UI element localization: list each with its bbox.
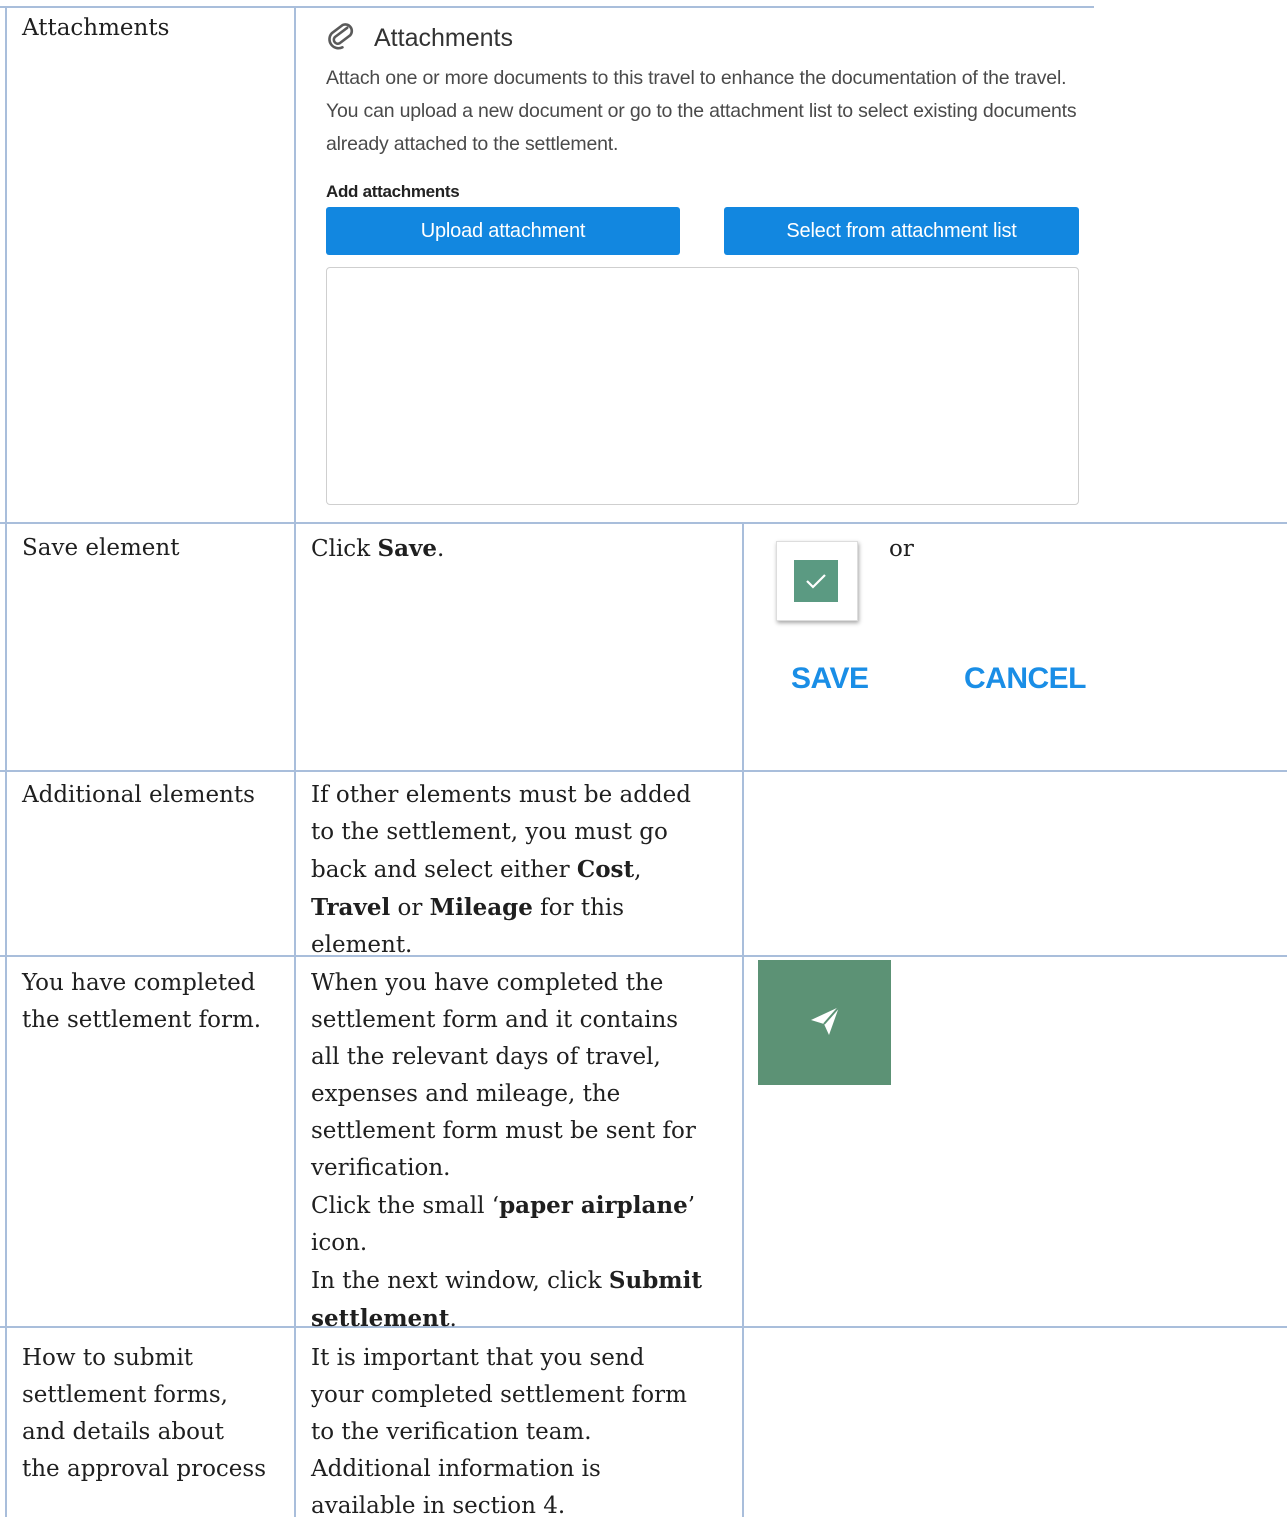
additional-line-3-text: back and select either xyxy=(311,857,577,883)
add-attachments-label: Add attachments xyxy=(326,182,460,201)
table-border-top xyxy=(0,6,1094,8)
additional-travel: Travel xyxy=(311,894,391,921)
column-divider-1 xyxy=(294,6,296,1517)
completed-line-7: Click the small ‘paper airplane’ xyxy=(311,1187,702,1225)
attachments-description: Attach one or more documents to this tra… xyxy=(326,67,1077,155)
completed-line-7-pre: Click the small ‘ xyxy=(311,1193,500,1219)
cancel-link-button[interactable]: CANCEL xyxy=(964,662,1087,696)
submit-info-text: It is important that you send your compl… xyxy=(311,1340,687,1525)
additional-line-4-end: for this xyxy=(532,895,625,921)
row-label-how-line-2: settlement forms, xyxy=(22,1382,228,1408)
additional-elements-text: If other elements must be added to the s… xyxy=(311,777,691,964)
row-label-how-line-3: and details about xyxy=(22,1419,225,1445)
or-text: or xyxy=(889,536,914,562)
completed-settlement-bold: settlement xyxy=(311,1305,450,1332)
attachments-list-box[interactable] xyxy=(326,267,1079,505)
completed-line-4: expenses and mileage, the xyxy=(311,1081,621,1107)
completed-submit-bold: Submit xyxy=(608,1267,702,1294)
attachments-title: Attachments xyxy=(374,23,513,52)
row-label-save-element: Save element xyxy=(22,535,180,561)
completed-line-10-post: . xyxy=(449,1306,457,1332)
completed-line-3: all the relevant days of travel, xyxy=(311,1044,661,1070)
save-instruction: Click Save. xyxy=(311,530,444,568)
additional-cost: Cost xyxy=(576,856,635,883)
completed-paper-airplane-bold: paper airplane xyxy=(499,1192,688,1219)
completed-line-1: When you have completed the xyxy=(311,970,664,996)
select-from-attachment-list-button[interactable]: Select from attachment list xyxy=(724,207,1079,255)
row-label-how-to-submit: How to submit settlement forms, and deta… xyxy=(22,1340,266,1488)
row-label-completed-line-1: You have completed xyxy=(22,970,256,996)
additional-comma: , xyxy=(634,857,642,883)
submit-info-line-5: available in section 4. xyxy=(311,1493,566,1519)
additional-line-3: back and select either Cost, xyxy=(311,851,691,889)
row-label-how-line-1: How to submit xyxy=(22,1345,194,1371)
table-border-left xyxy=(5,6,7,1517)
row-label-how-line-4: the approval process xyxy=(22,1456,267,1482)
additional-line-4: Travel or Mileage for this xyxy=(311,889,691,927)
row-label-additional-elements: Additional elements xyxy=(22,782,255,808)
additional-line-5: element. xyxy=(311,932,413,958)
completed-line-6: verification. xyxy=(311,1155,451,1181)
save-check-button[interactable] xyxy=(776,541,858,621)
column-divider-2 xyxy=(742,522,744,1517)
additional-line-1: If other elements must be added xyxy=(311,782,692,808)
paper-airplane-icon xyxy=(808,1004,842,1042)
completed-instructions: When you have completed the settlement f… xyxy=(311,965,702,1338)
attachments-panel: Attachments Attach one or more documents… xyxy=(300,14,1090,514)
save-instruction-bold: Save xyxy=(377,535,437,562)
checkmark-icon xyxy=(794,560,838,602)
completed-line-2: settlement form and it contains xyxy=(311,1007,679,1033)
upload-attachment-button[interactable]: Upload attachment xyxy=(326,207,680,255)
completed-line-5: settlement form must be sent for xyxy=(311,1118,696,1144)
completed-line-8: icon. xyxy=(311,1230,368,1256)
submit-info-line-1: It is important that you send xyxy=(311,1345,645,1371)
submit-info-line-3: to the verification team. xyxy=(311,1419,592,1445)
completed-line-10: settlement. xyxy=(311,1300,702,1338)
submit-paper-airplane-button[interactable] xyxy=(758,960,891,1085)
save-link-button[interactable]: SAVE xyxy=(791,662,869,696)
completed-line-9-pre: In the next window, click xyxy=(311,1268,609,1294)
submit-info-line-2: your completed settlement form xyxy=(311,1382,687,1408)
additional-or: or xyxy=(390,895,430,921)
row-divider-2 xyxy=(0,770,1287,772)
row-label-completed: You have completed the settlement form. xyxy=(22,965,261,1039)
save-instruction-pre: Click xyxy=(311,536,378,562)
additional-line-2: to the settlement, you must go xyxy=(311,819,668,845)
completed-line-7-post: ’ xyxy=(687,1193,696,1219)
attachments-header: Attachments xyxy=(326,20,513,56)
paperclip-icon xyxy=(326,21,356,56)
submit-info-line-4: Additional information is xyxy=(311,1456,601,1482)
row-label-completed-line-2: the settlement form. xyxy=(22,1007,262,1033)
row-label-attachments: Attachments xyxy=(22,15,170,41)
save-instruction-post: . xyxy=(436,536,445,562)
additional-mileage: Mileage xyxy=(429,894,533,921)
row-divider-1 xyxy=(0,522,1287,524)
completed-line-9: In the next window, click Submit xyxy=(311,1262,702,1300)
